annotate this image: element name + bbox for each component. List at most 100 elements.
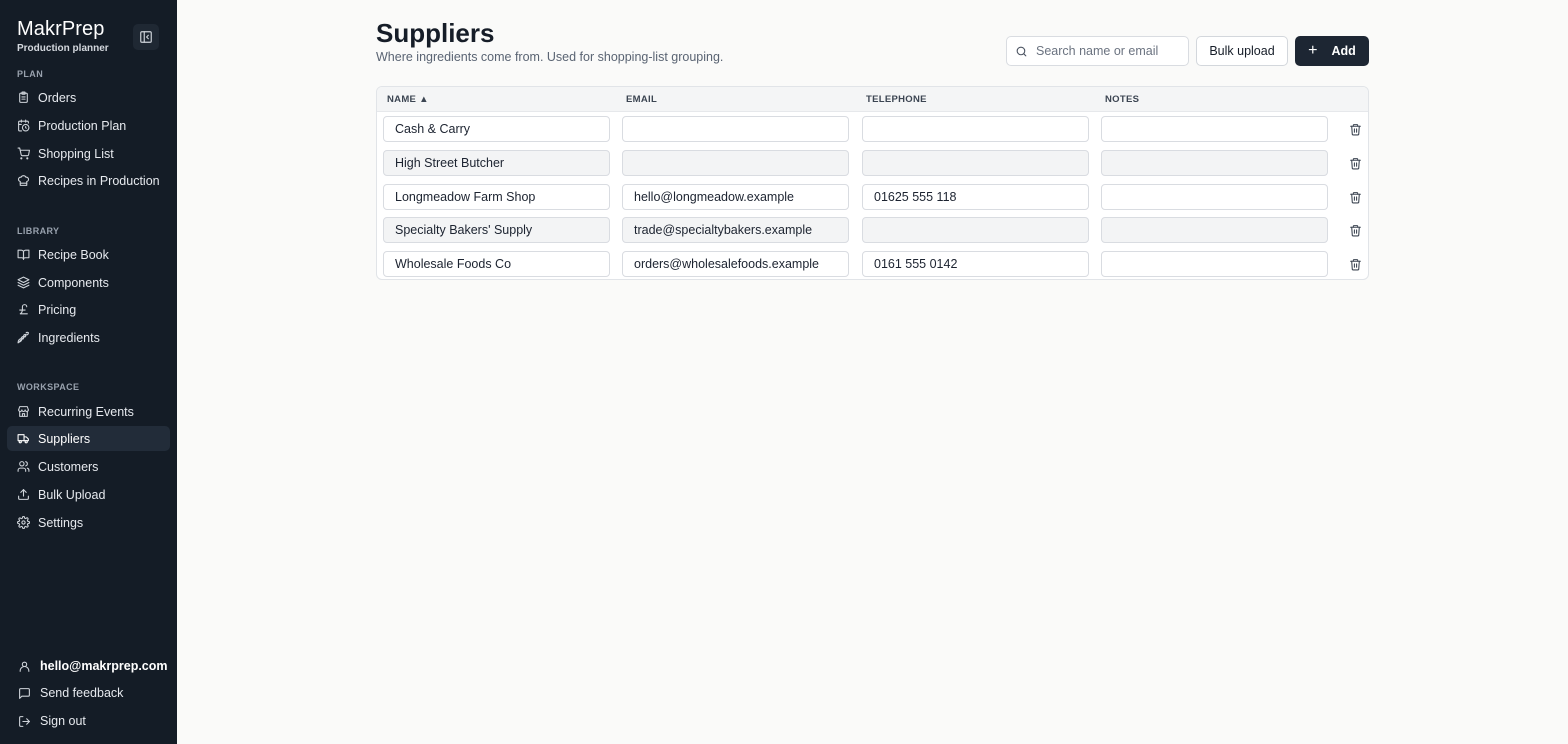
section-label-library: LIBRARY bbox=[17, 226, 60, 236]
trash-icon bbox=[1349, 157, 1361, 169]
log-out-icon bbox=[19, 715, 30, 727]
sidebar-item-orders[interactable]: Orders bbox=[7, 85, 170, 110]
sidebar-item-label: Orders bbox=[38, 90, 77, 105]
plus-icon: + bbox=[1308, 42, 1318, 59]
sidebar-item-label: Production Plan bbox=[38, 118, 127, 133]
supplier-telephone-field[interactable] bbox=[862, 217, 1089, 243]
user-email: hello@makrprep.com bbox=[40, 659, 168, 673]
sidebar-item-ingredients[interactable]: Ingredients bbox=[7, 325, 170, 350]
column-header-name[interactable]: NAME ▲ bbox=[387, 94, 429, 105]
trash-icon bbox=[1349, 191, 1361, 203]
supplier-telephone-field[interactable] bbox=[862, 150, 1089, 176]
search-box[interactable] bbox=[1006, 36, 1189, 66]
sidebar-item-production-plan[interactable]: Production Plan bbox=[7, 113, 170, 138]
supplier-notes-field[interactable] bbox=[1101, 251, 1328, 277]
supplier-notes-field[interactable] bbox=[1101, 184, 1328, 210]
sidebar: MakrPrep Production planner PLAN Orders … bbox=[0, 0, 177, 744]
supplier-notes-field[interactable] bbox=[1101, 150, 1328, 176]
panel-left-icon bbox=[140, 31, 152, 43]
supplier-email-field[interactable] bbox=[622, 251, 849, 277]
search-icon bbox=[1016, 46, 1027, 56]
table-header: NAME ▲ EMAIL TELEPHONE NOTES bbox=[377, 87, 1368, 112]
brand: MakrPrep Production planner bbox=[17, 18, 109, 54]
table-row bbox=[377, 247, 1368, 279]
sidebar-item-label: Settings bbox=[38, 515, 84, 530]
user-account[interactable]: hello@makrprep.com bbox=[18, 655, 168, 677]
sidebar-item-label: Customers bbox=[38, 459, 99, 474]
sidebar-item-label: Recurring Events bbox=[38, 404, 134, 419]
supplier-name-field[interactable] bbox=[383, 150, 610, 176]
supplier-telephone-field[interactable] bbox=[862, 251, 1089, 277]
send-feedback-label: Send feedback bbox=[40, 686, 124, 700]
sidebar-item-shopping-list[interactable]: Shopping List bbox=[7, 141, 170, 166]
collapse-sidebar-button[interactable] bbox=[133, 24, 159, 50]
supplier-name-field[interactable] bbox=[383, 217, 610, 243]
sidebar-item-label: Suppliers bbox=[38, 431, 91, 446]
delete-row-button[interactable] bbox=[1347, 155, 1363, 171]
sign-out-link[interactable]: Sign out bbox=[18, 710, 86, 732]
upload-icon bbox=[18, 489, 29, 500]
sidebar-item-settings[interactable]: Settings bbox=[7, 510, 170, 535]
table-row bbox=[377, 112, 1368, 145]
sidebar-item-customers[interactable]: Customers bbox=[7, 454, 170, 479]
chef-hat-icon bbox=[17, 175, 30, 186]
store-icon bbox=[18, 406, 29, 417]
sidebar-item-label: Components bbox=[38, 275, 109, 290]
cart-icon bbox=[17, 147, 30, 160]
sidebar-item-label: Ingredients bbox=[38, 330, 100, 345]
sidebar-item-bulk-upload[interactable]: Bulk Upload bbox=[7, 482, 170, 507]
delete-row-button[interactable] bbox=[1347, 222, 1363, 238]
supplier-email-field[interactable] bbox=[622, 116, 849, 142]
table-row bbox=[377, 146, 1368, 179]
send-feedback-link[interactable]: Send feedback bbox=[18, 682, 123, 704]
supplier-notes-field[interactable] bbox=[1101, 217, 1328, 243]
column-header-email[interactable]: EMAIL bbox=[626, 94, 657, 105]
sidebar-item-recurring-events[interactable]: Recurring Events bbox=[7, 399, 170, 424]
sidebar-item-label: Recipes in Production bbox=[38, 173, 160, 188]
suppliers-table: NAME ▲ EMAIL TELEPHONE NOTES bbox=[376, 86, 1369, 280]
message-square-icon bbox=[19, 687, 30, 699]
supplier-email-field[interactable] bbox=[622, 217, 849, 243]
column-header-notes[interactable]: NOTES bbox=[1105, 94, 1139, 105]
sign-out-label: Sign out bbox=[40, 714, 86, 728]
sidebar-item-label: Shopping List bbox=[38, 146, 114, 161]
wheat-icon bbox=[17, 331, 29, 344]
supplier-notes-field[interactable] bbox=[1101, 116, 1328, 142]
supplier-email-field[interactable] bbox=[622, 184, 849, 210]
supplier-email-field[interactable] bbox=[622, 150, 849, 176]
sidebar-item-pricing[interactable]: Pricing bbox=[7, 297, 170, 322]
layers-icon bbox=[17, 276, 30, 289]
add-supplier-button[interactable]: + Add bbox=[1295, 36, 1369, 66]
truck-icon bbox=[17, 434, 29, 444]
supplier-name-field[interactable] bbox=[383, 184, 610, 210]
supplier-telephone-field[interactable] bbox=[862, 116, 1089, 142]
supplier-name-field[interactable] bbox=[383, 116, 610, 142]
sidebar-item-recipe-book[interactable]: Recipe Book bbox=[7, 242, 170, 267]
app-name: MakrPrep bbox=[17, 18, 105, 40]
app-subtitle: Production planner bbox=[17, 43, 109, 54]
sidebar-item-recipes-in-production[interactable]: Recipes in Production bbox=[7, 168, 170, 193]
sidebar-item-label: Bulk Upload bbox=[38, 487, 106, 502]
pound-icon bbox=[19, 304, 28, 315]
gear-icon bbox=[17, 516, 30, 529]
bulk-upload-button[interactable]: Bulk upload bbox=[1196, 36, 1288, 66]
search-input[interactable] bbox=[1036, 44, 1176, 58]
section-label-plan: PLAN bbox=[17, 69, 44, 79]
page-title: Suppliers bbox=[376, 18, 495, 48]
section-label-workspace: WORKSPACE bbox=[17, 382, 80, 392]
supplier-telephone-field[interactable] bbox=[862, 184, 1089, 210]
trash-icon bbox=[1349, 258, 1361, 270]
sidebar-item-components[interactable]: Components bbox=[7, 270, 170, 295]
delete-row-button[interactable] bbox=[1347, 256, 1363, 272]
column-header-telephone[interactable]: TELEPHONE bbox=[866, 94, 927, 105]
sidebar-item-suppliers[interactable]: Suppliers bbox=[7, 426, 170, 451]
user-icon bbox=[19, 661, 30, 672]
supplier-name-field[interactable] bbox=[383, 251, 610, 277]
trash-icon bbox=[1349, 224, 1361, 236]
table-row bbox=[377, 213, 1368, 246]
clipboard-icon bbox=[19, 91, 28, 103]
delete-row-button[interactable] bbox=[1347, 189, 1363, 205]
sidebar-item-label: Pricing bbox=[38, 302, 77, 317]
delete-row-button[interactable] bbox=[1347, 121, 1363, 137]
sidebar-item-label: Recipe Book bbox=[38, 247, 109, 262]
